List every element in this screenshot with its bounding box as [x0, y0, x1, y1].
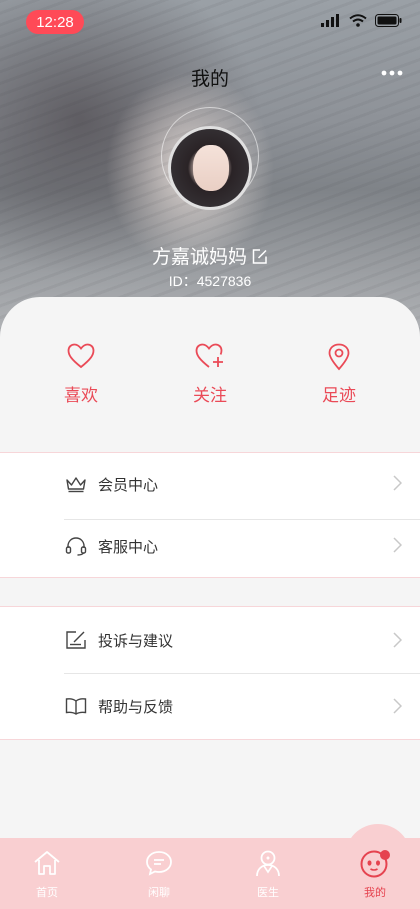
menu-item-complaints[interactable]: 投诉与建议 [0, 607, 420, 673]
heart-plus-icon [195, 343, 223, 368]
menu-group-1: 会员中心 客服中心 [0, 452, 420, 578]
tab-mine-label: 我的 [364, 886, 386, 899]
book-icon [65, 698, 87, 715]
menu-item-help-label: 帮助与反馈 [98, 697, 174, 716]
quick-follows[interactable]: 关注 [170, 343, 250, 406]
chevron-right-icon [393, 537, 402, 553]
headset-icon [65, 537, 87, 556]
location-pin-icon [328, 343, 350, 371]
status-time: 12:28 [26, 10, 84, 34]
tab-doctor[interactable]: 医生 [228, 848, 308, 900]
crown-icon [66, 477, 86, 493]
chevron-right-icon [393, 698, 402, 714]
feedback-edit-icon [66, 631, 86, 649]
home-icon [34, 851, 60, 875]
avatar[interactable] [168, 126, 252, 210]
quick-footprints[interactable]: 足迹 [299, 343, 379, 406]
tab-doctor-label: 医生 [257, 886, 279, 899]
tab-home-label: 首页 [36, 886, 58, 899]
more-icon[interactable] [380, 68, 404, 78]
tab-home[interactable]: 首页 [7, 848, 87, 900]
menu-item-membership[interactable]: 会员中心 [0, 453, 420, 515]
menu-item-membership-label: 会员中心 [98, 475, 159, 494]
menu-item-customer-service[interactable]: 客服中心 [0, 515, 420, 577]
nickname: 方嘉诚妈妈 [151, 246, 247, 268]
user-id: ID：4527836 [168, 273, 252, 289]
tab-chat-label: 闲聊 [148, 886, 170, 899]
wifi-icon [349, 14, 367, 27]
chevron-right-icon [393, 475, 402, 491]
menu-group-2: 投诉与建议 帮助与反馈 [0, 606, 420, 740]
menu-item-customer-service-label: 客服中心 [98, 537, 159, 556]
quick-footprints-label: 足迹 [322, 386, 356, 406]
tab-bar: 首页 闲聊 医生 我的 [0, 824, 420, 909]
menu-item-help[interactable]: 帮助与反馈 [0, 673, 420, 739]
chevron-right-icon [393, 632, 402, 648]
mascot-icon [360, 850, 390, 878]
page-title: 我的 [190, 68, 229, 90]
nickname-row[interactable]: 方嘉诚妈妈 [0, 242, 420, 269]
battery-icon [375, 14, 402, 27]
signal-icon [321, 14, 339, 27]
doctor-icon [256, 850, 280, 877]
quick-likes[interactable]: 喜欢 [41, 343, 121, 406]
status-bar: 12:28 [0, 0, 420, 44]
tab-chat[interactable]: 闲聊 [119, 848, 199, 900]
menu-item-complaints-label: 投诉与建议 [98, 631, 174, 650]
quick-likes-label: 喜欢 [64, 386, 98, 406]
edit-icon[interactable] [251, 248, 268, 265]
chat-icon [146, 851, 172, 876]
tab-mine[interactable]: 我的 [335, 848, 415, 900]
heart-icon [67, 343, 95, 369]
quick-follows-label: 关注 [193, 386, 227, 406]
